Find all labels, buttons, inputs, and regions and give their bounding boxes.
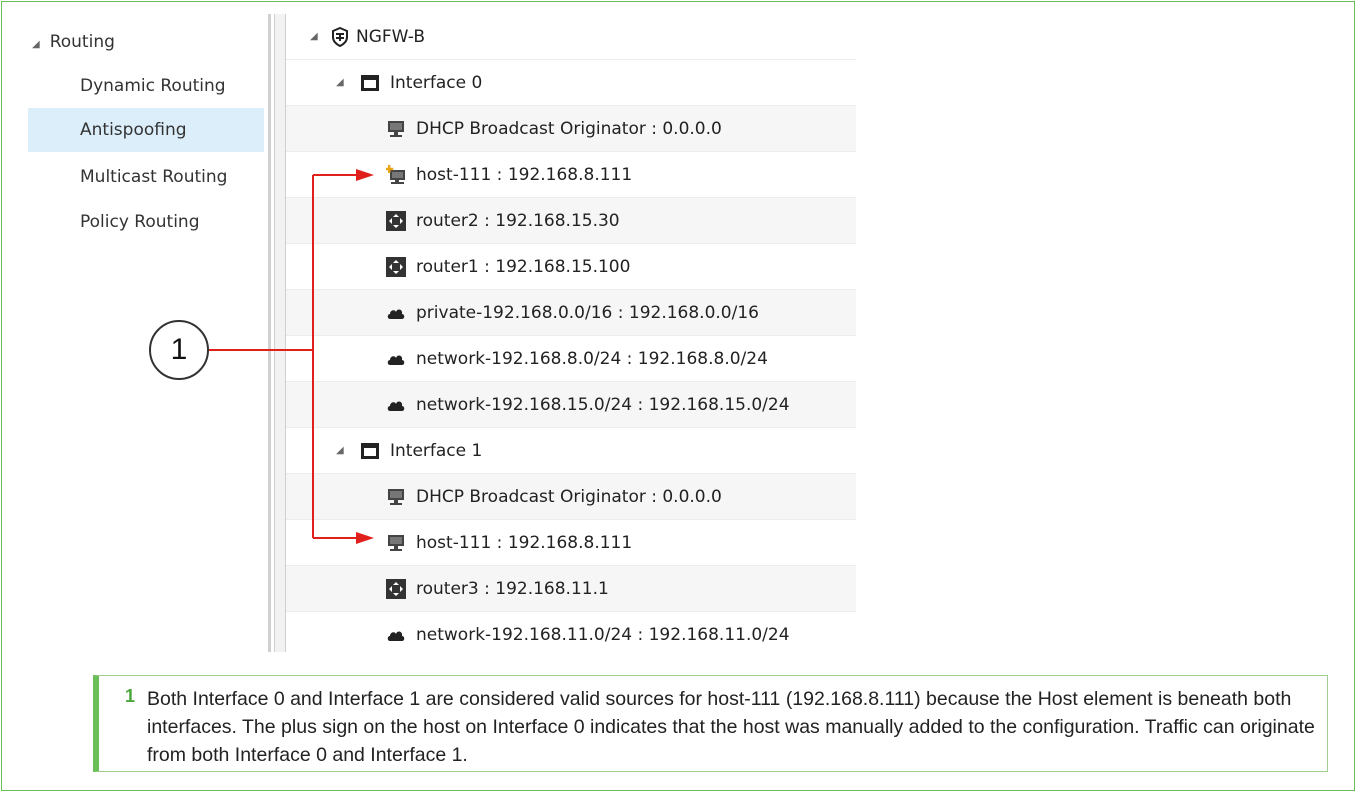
network-cloud-icon bbox=[387, 631, 405, 641]
tree-node-host-111[interactable]: host-111 : 192.168.8.111 bbox=[286, 152, 856, 198]
tree-node-host-111[interactable]: host-111 : 192.168.8.111 bbox=[286, 520, 856, 566]
collapse-triangle-icon[interactable]: ◢ bbox=[336, 60, 344, 106]
tree-node-router2[interactable]: router2 : 192.168.15.30 bbox=[286, 198, 856, 244]
tree-node-network-8[interactable]: network-192.168.8.0/24 : 192.168.8.0/24 bbox=[286, 336, 856, 382]
host-icon bbox=[388, 121, 404, 137]
host-icon bbox=[388, 489, 404, 505]
tree-node-network-11[interactable]: network-192.168.11.0/24 : 192.168.11.0/2… bbox=[286, 612, 856, 652]
tree-node-label: router3 : 192.168.11.1 bbox=[416, 579, 609, 599]
collapse-triangle-icon[interactable]: ◢ bbox=[32, 31, 40, 59]
nav-group-label: Routing bbox=[49, 32, 115, 52]
tree-node-network-15[interactable]: network-192.168.15.0/24 : 192.168.15.0/2… bbox=[286, 382, 856, 428]
shield-firewall-icon bbox=[332, 27, 348, 47]
tree-node-dhcp-originator[interactable]: DHCP Broadcast Originator : 0.0.0.0 bbox=[286, 106, 856, 152]
tree-node-label: Interface 0 bbox=[390, 73, 483, 93]
interface-icon bbox=[361, 443, 379, 459]
interface-icon bbox=[361, 75, 379, 91]
callout-number-badge: 1 bbox=[149, 320, 209, 380]
nav-group-routing[interactable]: ◢ Routing bbox=[32, 28, 115, 56]
note-text: Both Interface 0 and Interface 1 are con… bbox=[147, 688, 1315, 766]
tree-node-label: DHCP Broadcast Originator : 0.0.0.0 bbox=[416, 487, 722, 507]
tree-node-label: host-111 : 192.168.8.111 bbox=[416, 533, 633, 553]
collapse-triangle-icon[interactable]: ◢ bbox=[310, 14, 318, 60]
tree-node-dhcp-originator[interactable]: DHCP Broadcast Originator : 0.0.0.0 bbox=[286, 474, 856, 520]
tree-node-interface-1[interactable]: ◢ Interface 1 bbox=[286, 428, 856, 474]
router-icon bbox=[386, 211, 406, 231]
tree-node-router1[interactable]: router1 : 192.168.15.100 bbox=[286, 244, 856, 290]
callout-note: 1 Both Interface 0 and Interface 1 are c… bbox=[93, 675, 1328, 772]
note-number: 1 bbox=[125, 686, 136, 706]
tree-node-router3[interactable]: router3 : 192.168.11.1 bbox=[286, 566, 856, 612]
nav-item-multicast-routing[interactable]: Multicast Routing bbox=[28, 155, 264, 199]
tree-node-label: private-192.168.0.0/16 : 192.168.0.0/16 bbox=[416, 303, 759, 323]
router-icon bbox=[386, 257, 406, 277]
antispoofing-tree: ◢ NGFW-B ◢ Interface 0 DHCP Broadcast Or… bbox=[286, 14, 856, 652]
tree-node-label: network-192.168.8.0/24 : 192.168.8.0/24 bbox=[416, 349, 768, 369]
tree-node-label: Interface 1 bbox=[390, 441, 483, 461]
tree-node-ngfw-b[interactable]: ◢ NGFW-B bbox=[286, 14, 856, 60]
tree-node-label: DHCP Broadcast Originator : 0.0.0.0 bbox=[416, 119, 722, 139]
network-cloud-icon bbox=[387, 309, 405, 319]
host-added-icon bbox=[386, 165, 405, 184]
tree-node-interface-0[interactable]: ◢ Interface 0 bbox=[286, 60, 856, 106]
tree-node-private-network[interactable]: private-192.168.0.0/16 : 192.168.0.0/16 bbox=[286, 290, 856, 336]
nav-item-dynamic-routing[interactable]: Dynamic Routing bbox=[28, 64, 264, 108]
tree-node-label: router1 : 192.168.15.100 bbox=[416, 257, 631, 277]
tree-node-label: host-111 : 192.168.8.111 bbox=[416, 165, 633, 185]
network-cloud-icon bbox=[387, 401, 405, 411]
routing-nav: ◢ Routing Dynamic Routing Antispoofing Mu… bbox=[0, 0, 268, 652]
pane-splitter-handle[interactable] bbox=[274, 14, 286, 652]
tree-node-label: network-192.168.11.0/24 : 192.168.11.0/2… bbox=[416, 625, 790, 645]
nav-item-policy-routing[interactable]: Policy Routing bbox=[28, 200, 264, 244]
collapse-triangle-icon[interactable]: ◢ bbox=[336, 428, 344, 474]
tree-node-label: router2 : 192.168.15.30 bbox=[416, 211, 620, 231]
tree-node-label: NGFW-B bbox=[356, 27, 425, 47]
nav-item-antispoofing[interactable]: Antispoofing bbox=[28, 108, 264, 152]
pane-divider bbox=[268, 14, 271, 652]
host-icon bbox=[388, 535, 404, 551]
network-cloud-icon bbox=[387, 355, 405, 365]
tree-node-label: network-192.168.15.0/24 : 192.168.15.0/2… bbox=[416, 395, 790, 415]
router-icon bbox=[386, 579, 406, 599]
